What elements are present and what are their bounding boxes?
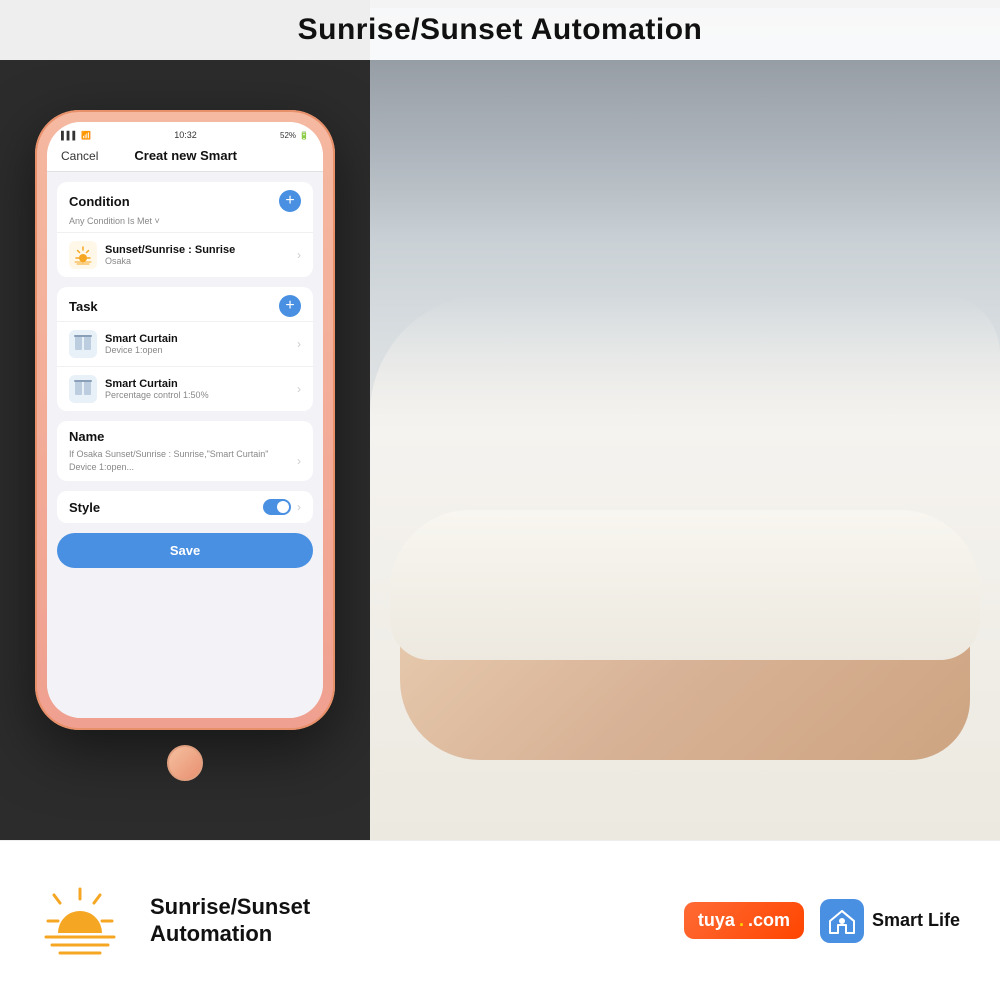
task-1-chevron-icon: ›	[297, 337, 301, 351]
tuya-badge: tuya . .com	[684, 902, 804, 939]
condition-item-subtitle: Osaka	[105, 256, 289, 266]
phone-home-button-area	[167, 737, 203, 785]
phone-content: Condition + Any Condition Is Met ˅	[47, 172, 323, 718]
bottom-text-line1: Sunrise/Sunset	[150, 894, 310, 920]
phone-mockup: ▌▌▌ 📶 10:32 52% 🔋 Cancel Creat new Smart	[35, 110, 335, 730]
time-display: 10:32	[174, 130, 197, 140]
task-section: Task +	[57, 287, 313, 411]
task-header: Task +	[57, 287, 313, 321]
name-value: If Osaka Sunset/Sunrise : Sunrise,"Smart…	[69, 448, 297, 473]
sunrise-item-icon	[69, 241, 97, 269]
condition-title: Condition	[69, 194, 130, 209]
add-task-button[interactable]: +	[279, 295, 301, 317]
status-bar: ▌▌▌ 📶 10:32 52% 🔋	[61, 128, 309, 142]
task-item-1-subtitle: Device 1:open	[105, 345, 289, 355]
tuya-dot: .	[739, 910, 744, 931]
top-section: Sunrise/Sunset Automation ▌▌▌ 📶 10:32 52…	[0, 0, 1000, 840]
bottom-section: Sunrise/Sunset Automation tuya . .com Sm…	[0, 840, 1000, 1000]
phone-top: ▌▌▌ 📶 10:32 52% 🔋	[47, 122, 323, 142]
name-row[interactable]: If Osaka Sunset/Sunrise : Sunrise,"Smart…	[69, 448, 301, 473]
condition-section: Condition + Any Condition Is Met ˅	[57, 182, 313, 277]
phone-screen: ▌▌▌ 📶 10:32 52% 🔋 Cancel Creat new Smart	[47, 122, 323, 718]
curtain-left	[370, 60, 1000, 240]
name-section: Name If Osaka Sunset/Sunrise : Sunrise,"…	[57, 421, 313, 481]
battery-area: 52% 🔋	[280, 131, 309, 140]
name-label: Name	[69, 429, 301, 444]
style-section: Style ›	[57, 491, 313, 523]
tuya-suffix: .com	[748, 910, 790, 931]
condition-chevron-icon: ›	[297, 248, 301, 262]
condition-item[interactable]: Sunset/Sunrise : Sunrise Osaka ›	[57, 232, 313, 277]
task-item-2-subtitle: Percentage control 1:50%	[105, 390, 289, 400]
style-toggle[interactable]	[263, 499, 291, 515]
style-right: ›	[263, 499, 301, 515]
sunrise-icon-large	[40, 881, 120, 961]
sunrise-large-svg	[40, 881, 120, 961]
condition-header: Condition +	[57, 182, 313, 216]
signal-area: ▌▌▌ 📶	[61, 131, 91, 140]
condition-subtitle: Any Condition Is Met ˅	[57, 216, 313, 232]
cancel-button[interactable]: Cancel	[61, 149, 98, 163]
phone-home-button[interactable]	[167, 745, 203, 781]
smart-life-badge: Smart Life	[820, 899, 960, 943]
bottom-text-line2: Automation	[150, 921, 310, 947]
condition-item-title: Sunset/Sunrise : Sunrise	[105, 244, 289, 256]
task-title: Task	[69, 299, 98, 314]
smart-life-house-icon	[828, 907, 856, 935]
style-label: Style	[69, 500, 100, 515]
tuya-text: tuya	[698, 910, 735, 931]
curtain-svg-2	[73, 379, 93, 399]
save-button[interactable]: Save	[57, 533, 313, 568]
task-item-1-text: Smart Curtain Device 1:open	[105, 333, 289, 355]
style-chevron-icon: ›	[297, 500, 301, 514]
pillow	[390, 510, 980, 660]
page-title: Sunrise/Sunset Automation	[298, 13, 703, 47]
add-condition-button[interactable]: +	[279, 190, 301, 212]
task-2-chevron-icon: ›	[297, 382, 301, 396]
task-item-2-title: Smart Curtain	[105, 378, 289, 390]
wifi-icon: 📶	[81, 131, 91, 140]
curtain-icon-1	[69, 330, 97, 358]
condition-item-text: Sunset/Sunrise : Sunrise Osaka	[105, 244, 289, 266]
sunrise-small-svg	[73, 245, 93, 265]
title-bar: Sunrise/Sunset Automation	[0, 0, 1000, 60]
nav-bar: Cancel Creat new Smart	[47, 142, 323, 172]
task-item-2[interactable]: Smart Curtain Percentage control 1:50% ›	[57, 366, 313, 411]
bedroom-scene	[370, 0, 1000, 840]
smart-life-text: Smart Life	[872, 910, 960, 931]
curtain-icon-2	[69, 375, 97, 403]
smart-life-icon	[820, 899, 864, 943]
left-panel: ▌▌▌ 📶 10:32 52% 🔋 Cancel Creat new Smart	[0, 0, 370, 840]
task-item-1[interactable]: Smart Curtain Device 1:open ›	[57, 321, 313, 366]
logo-area: tuya . .com Smart Life	[684, 899, 960, 943]
battery-label: 52%	[280, 131, 296, 140]
name-chevron-icon: ›	[297, 454, 301, 468]
signal-icon: ▌▌▌	[61, 131, 78, 140]
battery-icon: 🔋	[299, 131, 309, 140]
task-item-1-title: Smart Curtain	[105, 333, 289, 345]
task-item-2-text: Smart Curtain Percentage control 1:50%	[105, 378, 289, 400]
nav-title: Creat new Smart	[134, 148, 237, 163]
bottom-text-block: Sunrise/Sunset Automation	[150, 894, 310, 947]
curtain-svg-1	[73, 334, 93, 354]
right-panel	[370, 0, 1000, 840]
